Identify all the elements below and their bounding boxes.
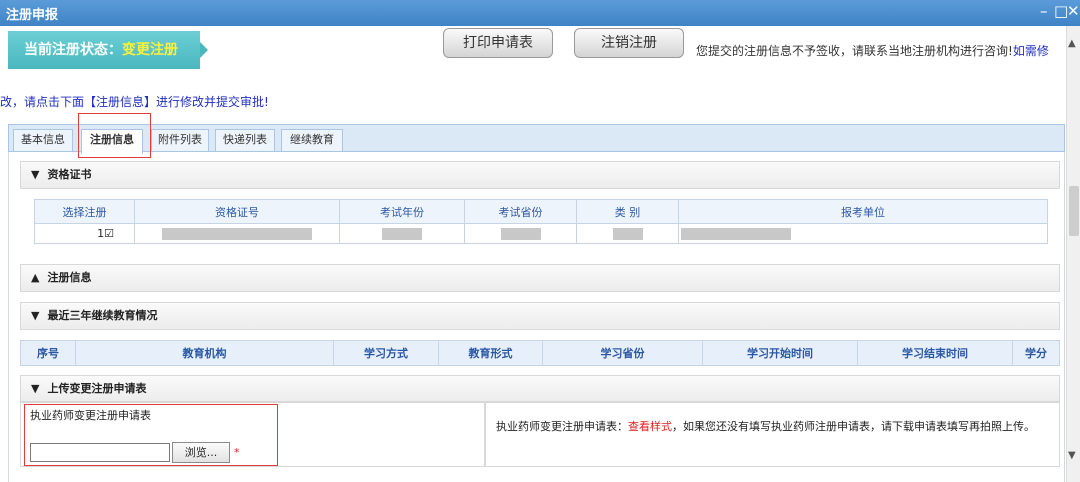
col-index: 序号 — [20, 340, 76, 366]
tab-strip: 基本信息 注册信息 附件列表 快递列表 继续教育 — [8, 124, 1065, 154]
col-select: 选择注册 — [34, 199, 135, 224]
redaction-bar — [382, 228, 422, 240]
cert-table-header: 选择注册 资格证号 考试年份 考试省份 类 别 报考单位 — [34, 199, 1048, 224]
table-row: 1☑ — [34, 223, 1048, 244]
col-exam-year: 考试年份 — [339, 199, 465, 224]
redacted-province — [464, 223, 577, 244]
row-select-cell: 1☑ — [34, 223, 135, 244]
section-cert-title: 资格证书 — [47, 168, 92, 181]
window-titlebar: 注册申报 – □ ✕ — [0, 0, 1080, 26]
col-start-time: 学习开始时间 — [702, 340, 858, 366]
redaction-bar — [500, 228, 541, 240]
col-category: 类 别 — [576, 199, 679, 224]
cancel-registration-button[interactable]: 注销注册 — [574, 28, 684, 58]
col-exam-unit: 报考单位 — [678, 199, 1048, 224]
col-study-province: 学习省份 — [542, 340, 703, 366]
vertical-scrollbar[interactable]: ▲ ▼ — [1066, 26, 1080, 482]
registration-status: 当前注册状态：变更注册 — [8, 31, 208, 69]
close-icon[interactable]: ✕ — [1067, 2, 1080, 20]
redaction-bar — [162, 228, 312, 240]
notice-text: 您提交的注册信息不予签收，请联系当地注册机构进行咨询! — [696, 44, 1013, 58]
redaction-bar — [681, 228, 791, 240]
section-edu-header[interactable]: ▼ 最近三年继续教育情况 — [20, 302, 1060, 330]
minimize-icon[interactable]: – — [1040, 2, 1048, 20]
upload-desc-suffix: ，如果您还没有填写执业药师注册申请表，请下载申请表填写再拍照上传。 — [672, 420, 1035, 433]
section-upload-header[interactable]: ▼ 上传变更注册申请表 — [20, 375, 1060, 403]
col-credits: 学分 — [1012, 340, 1060, 366]
tab-attachments[interactable]: 附件列表 — [151, 129, 209, 151]
scroll-up-icon[interactable]: ▲ — [1068, 38, 1076, 49]
upload-description: 执业药师变更注册申请表：查看样式，如果您还没有填写执业药师注册申请表，请下载申请… — [485, 401, 1060, 467]
col-exam-province: 考试省份 — [464, 199, 577, 224]
cert-table: 选择注册 资格证号 考试年份 考试省份 类 别 报考单位 1☑ — [34, 199, 1048, 244]
view-sample-link[interactable]: 查看样式 — [628, 420, 672, 433]
col-institution: 教育机构 — [75, 340, 334, 366]
upload-highlight-box — [24, 404, 278, 466]
col-edu-form: 教育形式 — [438, 340, 543, 366]
tab-continuing-education[interactable]: 继续教育 — [281, 129, 343, 151]
col-end-time: 学习结束时间 — [857, 340, 1013, 366]
print-application-button[interactable]: 打印申请表 — [443, 28, 553, 58]
redacted-year — [339, 223, 465, 244]
section-reg-title: 注册信息 — [47, 271, 92, 284]
redacted-cert-no — [134, 223, 340, 244]
col-study-mode: 学习方式 — [333, 340, 439, 366]
section-upload-title: 上传变更注册申请表 — [47, 382, 147, 395]
window-title: 注册申报 — [6, 8, 59, 23]
col-cert-no: 资格证号 — [134, 199, 340, 224]
edu-table-header: 序号 教育机构 学习方式 教育形式 学习省份 学习开始时间 学习结束时间 学分 — [20, 340, 1060, 366]
select-checkbox[interactable]: ☑ — [104, 227, 114, 240]
section-cert-header[interactable]: ▼ 资格证书 — [20, 161, 1060, 189]
expand-arrow-icon: ▼ — [31, 309, 40, 322]
tab-express[interactable]: 快递列表 — [215, 129, 275, 151]
redacted-category — [576, 223, 679, 244]
section-edu-title: 最近三年继续教育情况 — [47, 309, 158, 322]
tab-basic-info[interactable]: 基本信息 — [13, 129, 73, 151]
notice-message: 您提交的注册信息不予签收，请联系当地注册机构进行咨询!如需修 — [696, 42, 1049, 59]
notice-continued: 改，请点击下面【注册信息】进行修改并提交审批! — [0, 95, 269, 109]
edu-table: 序号 教育机构 学习方式 教育形式 学习省份 学习开始时间 学习结束时间 学分 — [20, 340, 1060, 366]
section-reg-header[interactable]: ▲ 注册信息 — [20, 264, 1060, 292]
collapse-arrow-icon: ▲ — [31, 271, 40, 284]
status-label: 当前注册状态： — [24, 42, 122, 58]
redacted-unit — [678, 223, 1048, 244]
expand-arrow-icon: ▼ — [31, 168, 40, 181]
expand-arrow-icon: ▼ — [31, 382, 40, 395]
upload-desc-prefix: 执业药师变更注册申请表： — [496, 420, 628, 433]
redaction-bar — [612, 228, 643, 240]
scroll-down-icon[interactable]: ▼ — [1068, 450, 1076, 461]
notice-link-start: 如需修 — [1012, 44, 1049, 58]
scrollbar-thumb[interactable] — [1069, 186, 1079, 236]
status-value: 变更注册 — [122, 42, 178, 58]
